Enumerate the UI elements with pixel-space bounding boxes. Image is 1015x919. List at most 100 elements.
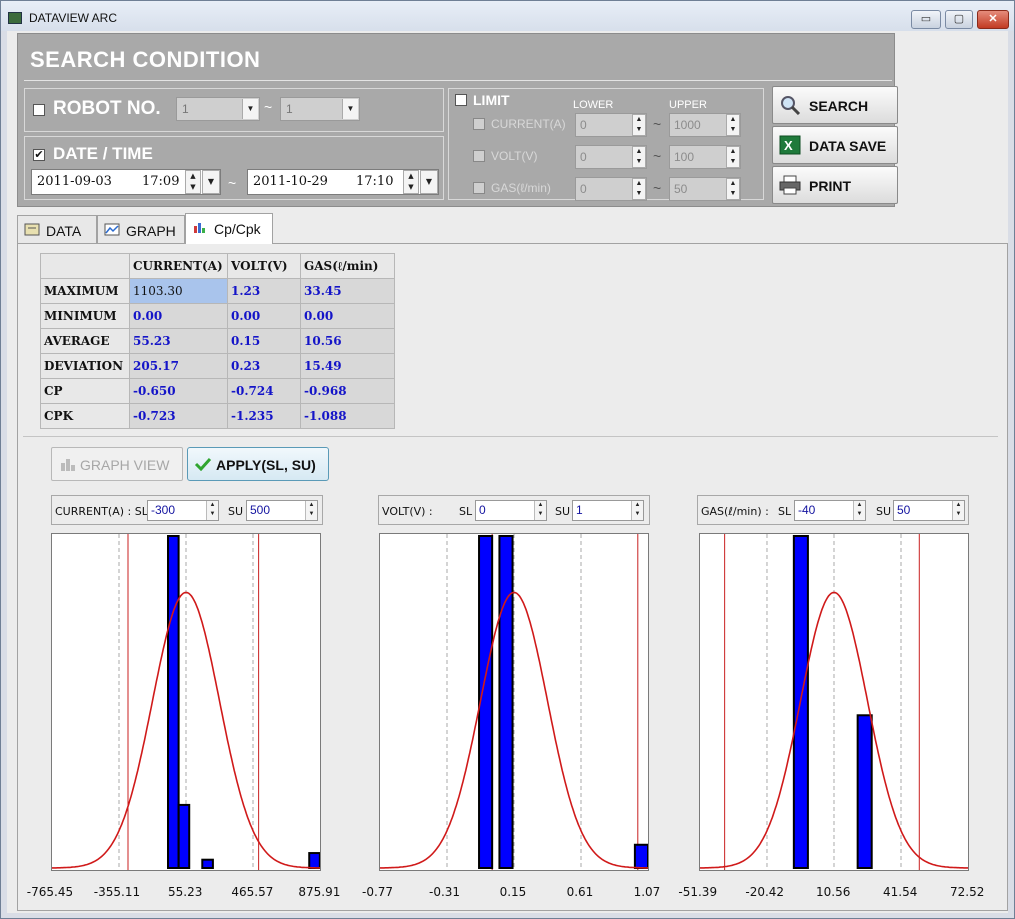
tab-graph[interactable]: GRAPH [97, 215, 185, 243]
spin-arrows-icon[interactable]: ▲ ▼ [853, 501, 865, 520]
current-histogram-svg [52, 534, 320, 870]
table-cell[interactable]: -0.723 [129, 403, 228, 429]
spin-arrows-icon[interactable]: ▲ ▼ [726, 178, 740, 200]
grid-header-row: CURRENT(A) VOLT(V) GAS(ℓ/min) [40, 253, 395, 279]
limit-current-checkbox[interactable] [473, 118, 485, 130]
volt-upper-value: 100 [674, 150, 695, 164]
spin-arrows-icon[interactable]: ▲ ▼ [534, 501, 546, 520]
x-tick-label: 875.91 [298, 885, 341, 899]
table-cell[interactable]: 1.23 [227, 278, 301, 304]
gas-sl-label: SL [778, 505, 792, 518]
limit-gas-checkbox[interactable] [473, 182, 485, 194]
limit-volt-checkbox[interactable] [473, 150, 485, 162]
volt-su-input[interactable]: 1 ▲ ▼ [572, 500, 644, 521]
row-header[interactable]: CPK [40, 403, 130, 429]
chevron-down-icon[interactable]: ▼ [342, 99, 358, 119]
robot-checkbox[interactable] [33, 104, 45, 116]
spin-arrows-icon[interactable]: ▲ ▼ [632, 178, 646, 200]
spin-arrows-icon[interactable]: ▲ ▼ [185, 170, 201, 194]
volt-upper-field[interactable]: 100 ▲ ▼ [669, 145, 741, 169]
volt-sl-input[interactable]: 0 ▲ ▼ [475, 500, 547, 521]
current-sl-input[interactable]: -300 ▲ ▼ [147, 500, 219, 521]
table-cell[interactable]: 0.00 [300, 303, 395, 329]
tab-cpcpk[interactable]: Cp/Cpk [185, 213, 273, 244]
gas-histogram [699, 533, 969, 871]
limit-box: LIMIT LOWER UPPER CURRENT(A) 0 ▲ ▼ ~ 1000 ▲… [448, 88, 764, 201]
title-bar[interactable]: DATAVIEW ARC ▭ ▢ ✕ [1, 1, 1014, 31]
spin-arrows-icon[interactable]: ▲ ▼ [632, 146, 646, 168]
limit-sep: ~ [653, 148, 662, 164]
spin-arrows-icon[interactable]: ▲ ▼ [726, 146, 740, 168]
gas-su-input[interactable]: 50 ▲ ▼ [893, 500, 965, 521]
spin-arrows-icon[interactable]: ▲ ▼ [632, 114, 646, 136]
table-cell[interactable]: 10.56 [300, 328, 395, 354]
table-row: MAXIMUM 1103.30 1.23 33.45 [40, 278, 395, 304]
spin-arrows-icon[interactable]: ▲ ▼ [403, 170, 419, 194]
table-cell[interactable]: 205.17 [129, 353, 228, 379]
table-cell[interactable]: 0.15 [227, 328, 301, 354]
calendar-dropdown-icon[interactable]: ▼ [202, 170, 220, 194]
table-cell[interactable]: 1103.30 [129, 278, 228, 304]
table-cell[interactable]: -1.235 [227, 403, 301, 429]
table-cell[interactable]: 0.00 [227, 303, 301, 329]
date-from-field[interactable]: 2011-09-03 17:09 ▲ ▼ ▼ [31, 169, 221, 195]
tab-data[interactable]: DATA [17, 215, 97, 243]
spin-arrows-icon[interactable]: ▲ ▼ [726, 114, 740, 136]
tab-cpcpk-label: Cp/Cpk [214, 221, 261, 237]
grid-header-volt[interactable]: VOLT(V) [227, 253, 301, 279]
table-cell[interactable]: 33.45 [300, 278, 395, 304]
spin-arrows-icon[interactable]: ▲ ▼ [631, 501, 643, 520]
table-cell[interactable]: 15.49 [300, 353, 395, 379]
search-button[interactable]: SEARCH [772, 86, 898, 124]
datetime-checkbox[interactable]: ✔ [33, 149, 45, 161]
row-header[interactable]: CP [40, 378, 130, 404]
table-cell[interactable]: -0.968 [300, 378, 395, 404]
table-cell[interactable]: -0.650 [129, 378, 228, 404]
data-save-button[interactable]: X DATA SAVE [772, 126, 898, 164]
maximize-button[interactable]: ▢ [945, 10, 973, 29]
table-cell[interactable]: 0.00 [129, 303, 228, 329]
print-button[interactable]: PRINT [772, 166, 898, 204]
close-button[interactable]: ✕ [977, 10, 1009, 29]
limit-checkbox[interactable] [455, 94, 467, 106]
data-save-button-label: DATA SAVE [809, 138, 887, 154]
current-su-input[interactable]: 500 ▲ ▼ [246, 500, 318, 521]
chevron-down-icon[interactable]: ▼ [242, 99, 258, 119]
robot-to-select[interactable]: 1 ▼ [280, 97, 360, 121]
volt-histogram-svg [380, 534, 648, 870]
gas-sl-input[interactable]: -40 ▲ ▼ [794, 500, 866, 521]
date-to-field[interactable]: 2011-10-29 17:10 ▲ ▼ ▼ [247, 169, 439, 195]
gas-upper-field[interactable]: 50 ▲ ▼ [669, 177, 741, 201]
date-range-sep: ~ [228, 175, 237, 191]
x-tick-label: 1.07 [633, 885, 661, 899]
table-cell[interactable]: 55.23 [129, 328, 228, 354]
row-header[interactable]: MAXIMUM [40, 278, 130, 304]
current-upper-field[interactable]: 1000 ▲ ▼ [669, 113, 741, 137]
row-header[interactable]: DEVIATION [40, 353, 130, 379]
grid-header-gas[interactable]: GAS(ℓ/min) [300, 253, 395, 279]
robot-from-select[interactable]: 1 ▼ [176, 97, 260, 121]
app-window: DATAVIEW ARC ▭ ▢ ✕ SEARCH CONDITION ROBO… [0, 0, 1015, 919]
volt-lower-value: 0 [580, 150, 587, 164]
apply-button[interactable]: APPLY(SL, SU) [187, 447, 329, 481]
app-icon [8, 12, 22, 24]
x-tick-label: 0.61 [566, 885, 594, 899]
grid-header-current[interactable]: CURRENT(A) [129, 253, 228, 279]
minimize-button[interactable]: ▭ [911, 10, 941, 29]
row-header[interactable]: AVERAGE [40, 328, 130, 354]
table-row: CP -0.650 -0.724 -0.968 [40, 378, 395, 404]
table-cell[interactable]: 0.23 [227, 353, 301, 379]
current-lower-field[interactable]: 0 ▲ ▼ [575, 113, 647, 137]
calendar-dropdown-icon[interactable]: ▼ [420, 170, 438, 194]
table-cell[interactable]: -0.724 [227, 378, 301, 404]
volt-lower-field[interactable]: 0 ▲ ▼ [575, 145, 647, 169]
gas-lower-field[interactable]: 0 ▲ ▼ [575, 177, 647, 201]
table-cell[interactable]: -1.088 [300, 403, 395, 429]
graph-view-button[interactable]: GRAPH VIEW [51, 447, 183, 481]
print-button-label: PRINT [809, 178, 851, 194]
spin-arrows-icon[interactable]: ▲ ▼ [206, 501, 218, 520]
spin-arrows-icon[interactable]: ▲ ▼ [305, 501, 317, 520]
row-header[interactable]: MINIMUM [40, 303, 130, 329]
spin-arrows-icon[interactable]: ▲ ▼ [952, 501, 964, 520]
limit-sep: ~ [653, 116, 662, 132]
